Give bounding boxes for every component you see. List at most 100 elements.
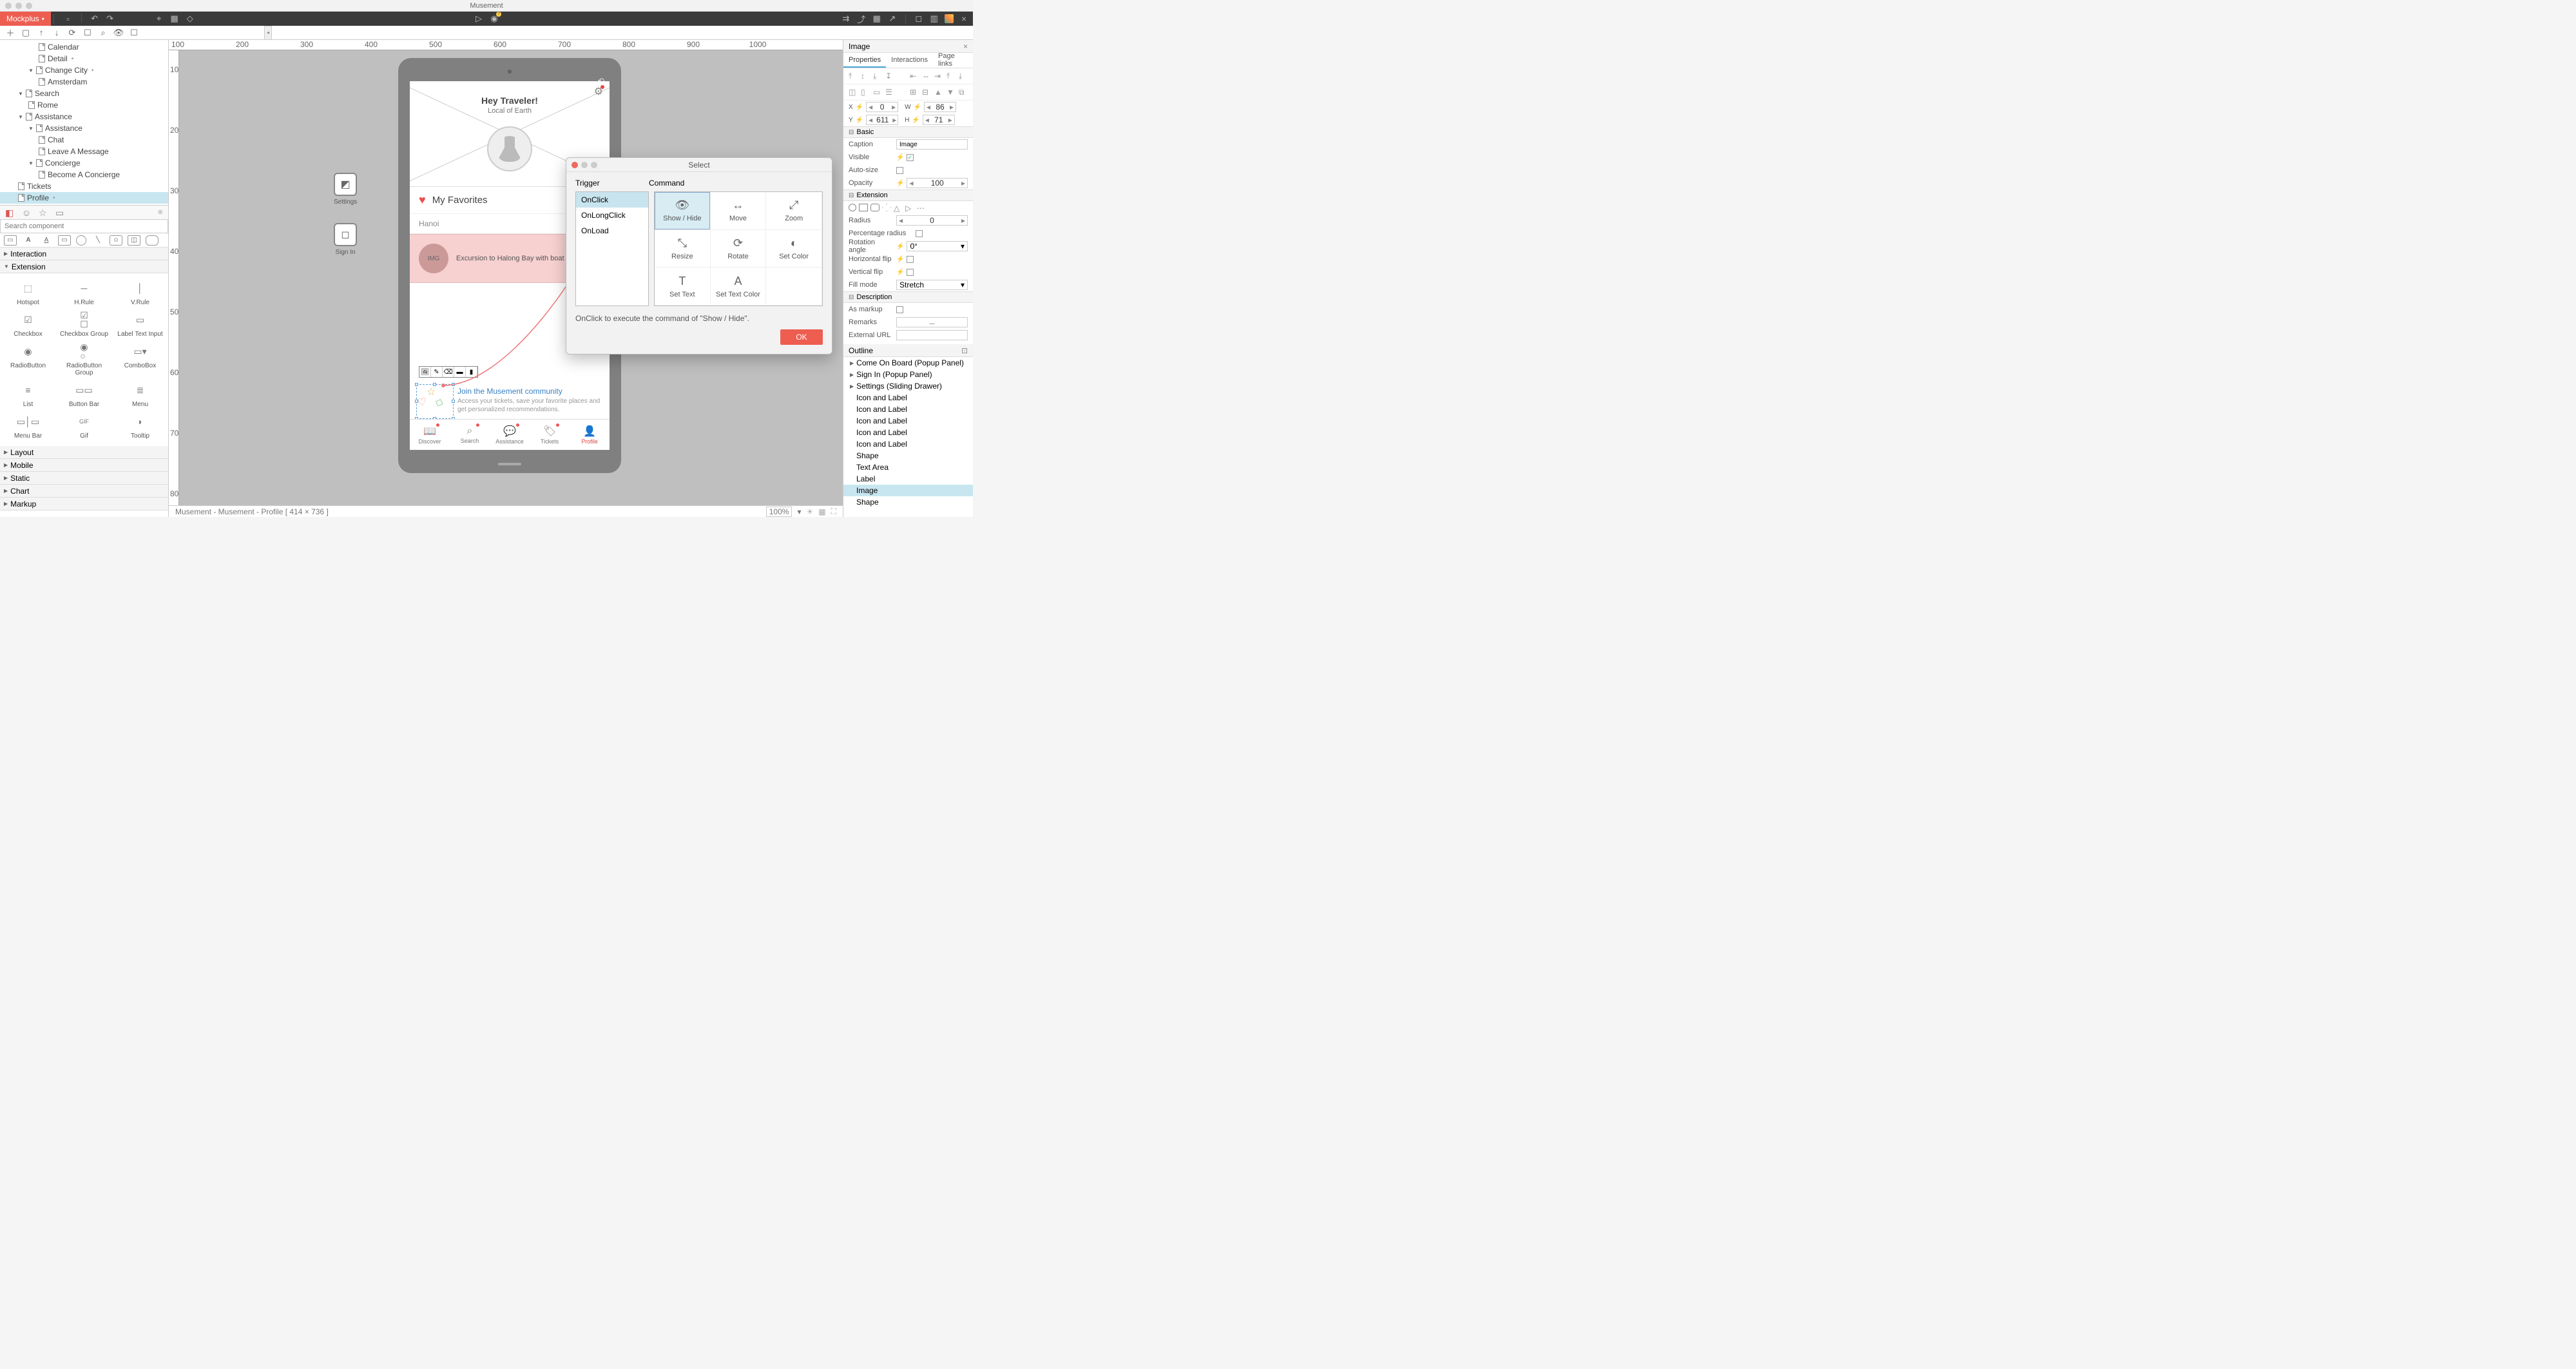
shape-circle-icon[interactable] [849,204,856,211]
section-description[interactable]: Description [843,291,973,303]
play-icon[interactable]: ▷ [474,14,484,24]
fullscreen-icon[interactable]: ◻ [914,14,924,24]
align-hcenter-icon[interactable]: ▯ [861,88,870,97]
sun-icon[interactable]: ☀ [806,507,813,516]
component-tooltip[interactable]: ◗Tooltip [112,411,168,442]
star-tab-icon[interactable]: ☆ [39,208,49,218]
ruler-horizontal[interactable]: 1002003004005006007008009001000 [169,40,843,50]
y-input[interactable]: ◂611▸ [866,115,898,125]
section-mobile[interactable]: ▶Mobile [0,459,168,472]
align-bottom-icon[interactable]: ⤓ [873,72,882,81]
zoom-level[interactable]: 100% [766,507,793,517]
lock-icon[interactable]: ⧉ [959,88,968,97]
url-input[interactable] [896,330,968,340]
down-icon[interactable]: ↓ [52,28,62,38]
filter-text-icon[interactable]: A [22,235,35,246]
h-input[interactable]: ◂71▸ [923,115,955,125]
page-tree[interactable]: CalendarDetail•▼Change City•Amsterdam▼Se… [0,40,168,205]
search-icon[interactable]: ⌕ [98,28,108,38]
filter-smiley-icon[interactable]: ☺ [110,235,122,246]
qr-icon[interactable]: ▦ [872,14,882,24]
traffic-max-icon[interactable] [26,3,32,9]
tree-item[interactable]: Profile• [0,192,168,204]
component-radiobutton[interactable]: ◉RadioButton [0,340,56,379]
trigger-onload[interactable]: OnLoad [576,223,648,238]
outline-item[interactable]: Icon and Label [843,427,973,438]
filter-circle-icon[interactable] [76,235,86,246]
component-h-rule[interactable]: ─H.Rule [56,277,112,309]
component-checkbox-group[interactable]: ☑ ☐Checkbox Group [56,309,112,340]
guide-icon[interactable]: ◇ [185,14,195,24]
align-vcenter-icon[interactable]: ↕ [861,72,870,81]
filter-button-icon[interactable]: ▭ [4,235,17,246]
zoom-dropdown-icon[interactable]: ▾ [797,507,801,516]
component-combobox[interactable]: ▭▾ComboBox [112,340,168,379]
outline-item[interactable]: ▶Settings (Sliding Drawer) [843,380,973,392]
outline-item[interactable]: Icon and Label [843,392,973,403]
component-hotspot[interactable]: ⬚Hotspot [0,277,56,309]
traffic-min-icon[interactable] [15,3,22,9]
align-down-icon[interactable]: ↧ [885,72,894,81]
tree-item[interactable]: Calendar [0,41,168,53]
selected-image[interactable]: ☆ ♡ ◇ [419,387,451,416]
panel-close-icon[interactable]: × [961,14,966,24]
dialog-close-icon[interactable] [572,162,578,168]
w-input[interactable]: ◂86▸ [924,102,956,112]
tree-item[interactable]: Detail• [0,53,168,64]
filter-image-icon[interactable]: ◫ [128,235,140,246]
grid-toggle-icon[interactable]: ▦ [818,507,825,516]
fillmode-select[interactable]: Stretch▾ [896,280,968,290]
shape-triangle2-icon[interactable]: ▷ [905,204,914,211]
outline-item[interactable]: ▶Sign In (Popup Panel) [843,369,973,380]
filter-line-icon[interactable]: ╲ [91,235,104,246]
tree-item[interactable]: Tickets [0,180,168,192]
app-icon[interactable] [945,14,954,23]
outline-item[interactable]: Icon and Label [843,415,973,427]
traffic-close-icon[interactable] [5,3,12,9]
tree-item[interactable]: Rome [0,99,168,111]
component-gif[interactable]: GIFGif [56,411,112,442]
component-radiobutton-group[interactable]: ◉ ○RadioButton Group [56,340,112,379]
align-top-icon[interactable]: ⤒ [849,72,858,81]
outline-item[interactable]: Image [843,485,973,496]
tree-item[interactable]: ▼Assistance [0,122,168,134]
outline-item[interactable]: ▶Come On Board (Popup Panel) [843,357,973,369]
filter-underline-icon[interactable]: A [40,235,53,246]
command-set-text[interactable]: TSet Text [655,267,711,306]
preview-icon[interactable]: ◉? [489,14,499,24]
filter-rect-icon[interactable]: ▭ [58,235,71,246]
section-basic[interactable]: Basic [843,126,973,138]
component-button-bar[interactable]: ▭▭Button Bar [56,379,112,411]
caption-input[interactable] [896,139,968,150]
component-label-text-input[interactable]: ▭Label Text Input [112,309,168,340]
tab-interactions[interactable]: Interactions [886,53,933,68]
command-zoom[interactable]: ⤢Zoom [766,192,822,230]
up-icon[interactable]: ↑ [36,28,46,38]
shape-rect-icon[interactable] [859,204,868,211]
sel-edit-icon[interactable]: ✎ [431,367,443,377]
command-grid[interactable]: 👁Show / Hide↔Move⤢Zoom⤡Resize⟳Rotate◐Set… [654,191,823,306]
vflip-checkbox[interactable] [907,269,914,276]
save-icon[interactable]: ▫ [63,14,73,24]
tree-item[interactable]: ▼Search [0,88,168,99]
tree-item[interactable]: Become A Concierge [0,169,168,180]
link-icon[interactable]: ☐ [129,28,139,38]
tree-item[interactable]: ▼Change City• [0,64,168,76]
outline-item[interactable]: Shape [843,450,973,461]
shape-more-icon[interactable]: ⋯ [917,204,926,211]
components-tab-icon[interactable]: ◧ [5,208,15,218]
command-set-color[interactable]: ◐Set Color [766,230,822,268]
tab-properties[interactable]: Properties [843,53,886,68]
section-extension[interactable]: ▼Extension [0,260,168,273]
hflip-checkbox[interactable] [907,256,914,263]
section-markup[interactable]: ▶Markup [0,498,168,510]
open-icon[interactable]: ☐ [82,28,93,38]
pctradius-checkbox[interactable] [916,230,923,237]
flow-icon[interactable]: ⇉ [841,14,851,24]
nav-tab-profile[interactable]: 👤Profile [570,420,610,450]
component-list[interactable]: ≡List [0,379,56,411]
outline-item[interactable]: Text Area [843,461,973,473]
join-banner[interactable]: ☆ ♡ ◇ Join the Musement community Access… [419,387,601,416]
dist-v-icon[interactable]: ⇥ [934,72,943,81]
library-tab-icon[interactable]: ▭ [55,208,66,218]
